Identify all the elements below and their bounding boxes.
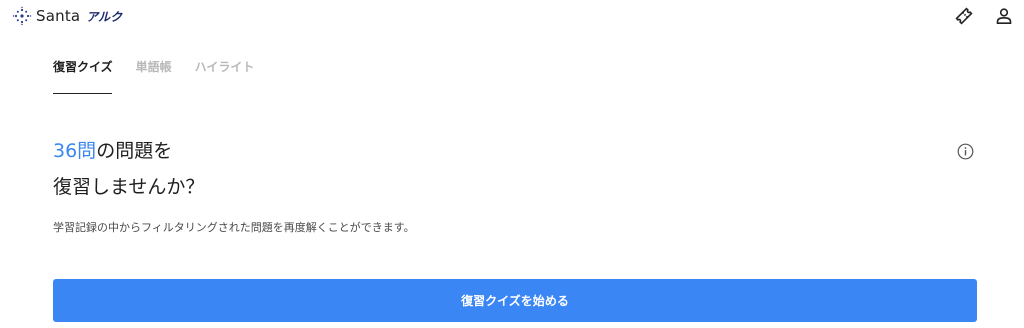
santa-logo-icon bbox=[12, 6, 32, 26]
brand-logo[interactable]: Santa アルク bbox=[12, 6, 122, 26]
brand-sub: アルク bbox=[86, 9, 123, 24]
question-count: 36問 bbox=[53, 140, 97, 162]
info-icon[interactable] bbox=[957, 143, 974, 160]
ticket-icon bbox=[955, 7, 973, 25]
headline-text: の問題を bbox=[96, 140, 173, 162]
tab-vocabulary[interactable]: 単語帳 bbox=[136, 58, 172, 94]
profile-button[interactable] bbox=[992, 4, 1016, 28]
start-review-quiz-button[interactable]: 復習クイズを始める bbox=[53, 279, 977, 322]
review-tabs: 復習クイズ 単語帳 ハイライト bbox=[53, 58, 277, 94]
app-header: Santa アルク bbox=[0, 0, 1024, 34]
review-headline: 36問の問題を bbox=[53, 137, 172, 165]
review-headline-line2: 復習しませんか？ bbox=[53, 176, 205, 198]
user-icon bbox=[996, 8, 1012, 24]
tab-highlight[interactable]: ハイライト bbox=[195, 58, 255, 94]
ticket-button[interactable] bbox=[952, 4, 976, 28]
brand-name: Santa bbox=[36, 7, 81, 25]
review-description: 学習記録の中からフィルタリングされた問題を再度解くことができます。 bbox=[53, 221, 415, 234]
tab-review-quiz[interactable]: 復習クイズ bbox=[53, 58, 113, 94]
